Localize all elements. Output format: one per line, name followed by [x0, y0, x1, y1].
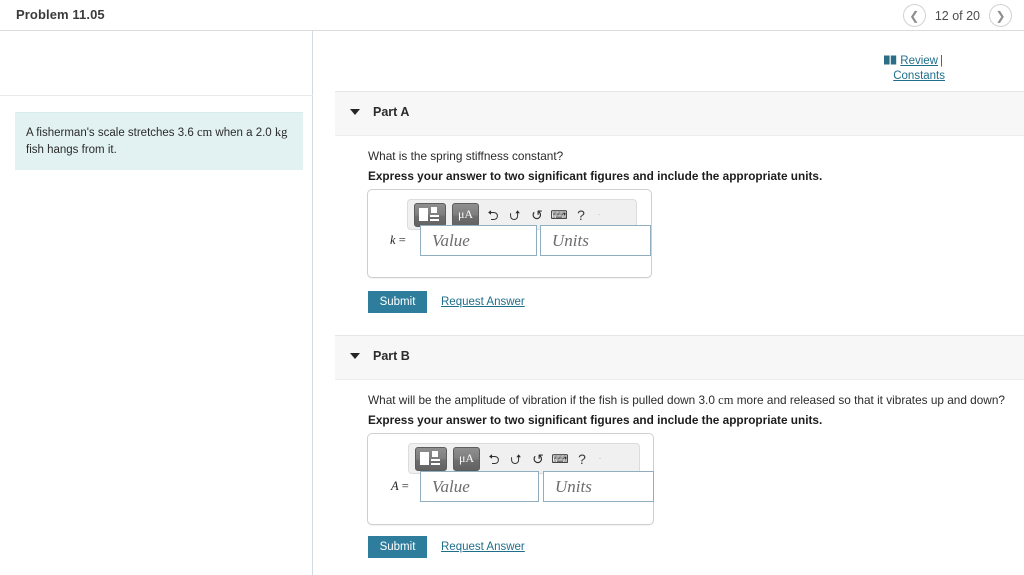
keyboard-icon[interactable]: ⌨ [550, 205, 567, 225]
part-a-title: Part A [373, 105, 410, 119]
redo-icon[interactable]: ⮍ [508, 449, 524, 469]
part-b-unit-cm: cm [718, 393, 734, 407]
help-icon[interactable]: ? [574, 449, 590, 469]
part-b-units-placeholder: Units [555, 476, 592, 496]
part-a-equals: = [398, 233, 406, 247]
reset-icon[interactable]: ↺ [529, 205, 545, 225]
problem-statement: A fisherman's scale stretches 3.6 cm whe… [15, 112, 303, 171]
statement-text-3: fish hangs from it. [26, 143, 117, 156]
assignment-page: Problem 11.05 ❮ 12 of 20 ❯ A fisherman's… [0, 0, 1024, 575]
part-a-question: What is the spring stiffness constant? [368, 149, 564, 163]
undo-icon[interactable]: ⮌ [485, 205, 501, 225]
part-b-instruction: Express your answer to two significant f… [368, 413, 823, 427]
links-separator: | [940, 55, 943, 67]
part-b-variable-label: A = [391, 479, 409, 494]
part-a-variable: k [390, 233, 396, 247]
review-link[interactable]: Review [900, 55, 938, 67]
sidebar-divider [0, 95, 313, 96]
part-b-answer-box: μA ⮌ ⮍ ↺ ⌨ ? · A = Value Units [367, 433, 654, 525]
part-a-answer-box: μA ⮌ ⮍ ↺ ⌨ ? · k = Value Units [367, 189, 652, 278]
chevron-right-icon: ❯ [995, 8, 1006, 23]
part-b-question-text-1: What will be the amplitude of vibration … [368, 393, 719, 407]
part-b-units-input[interactable]: Units [543, 471, 654, 502]
part-a-value-placeholder: Value [432, 230, 470, 250]
problem-pager: ❮ 12 of 20 ❯ [902, 3, 1012, 28]
part-a-instruction: Express your answer to two significant f… [368, 169, 823, 183]
part-b-submit-button[interactable]: Submit [368, 536, 427, 558]
resource-links: Review | Constants [884, 54, 945, 84]
part-a-units-placeholder: Units [552, 230, 589, 250]
statement-unit-kg: kg [274, 125, 288, 139]
part-b-title: Part B [373, 349, 410, 363]
units-button[interactable]: μA [452, 202, 479, 227]
part-a-header[interactable]: Part A [335, 91, 1024, 136]
main-content: Review | Constants Part A What is the spr… [314, 31, 1024, 575]
part-a-units-input[interactable]: Units [540, 225, 651, 256]
part-b-request-answer-link[interactable]: Request Answer [441, 541, 525, 553]
help-icon[interactable]: ? [573, 205, 589, 225]
problem-sidebar: A fisherman's scale stretches 3.6 cm whe… [0, 31, 313, 575]
part-b-variable: A [391, 479, 399, 493]
previous-problem-button[interactable]: ❮ [902, 4, 926, 27]
toolbar-overflow-icon[interactable]: · [595, 205, 603, 225]
part-b-value-placeholder: Value [432, 476, 470, 496]
part-a-value-input[interactable]: Value [420, 225, 537, 256]
statement-text-2: when a 2.0 [212, 127, 275, 139]
caret-down-icon[interactable] [350, 353, 360, 359]
units-button[interactable]: μA [453, 446, 480, 471]
part-b-math-toolbar: μA ⮌ ⮍ ↺ ⌨ ? · [408, 443, 640, 474]
constants-link[interactable]: Constants [893, 70, 945, 82]
part-a-submit-button[interactable]: Submit [368, 291, 427, 313]
page-title: Problem 11.05 [16, 7, 105, 22]
part-a-request-answer-link[interactable]: Request Answer [441, 296, 525, 308]
part-a-variable-label: k = [390, 233, 406, 248]
part-b-equals: = [401, 479, 409, 493]
next-problem-button[interactable]: ❯ [989, 4, 1012, 27]
part-b-value-input[interactable]: Value [420, 471, 539, 502]
book-icon [884, 55, 897, 69]
redo-icon[interactable]: ⮍ [507, 205, 523, 225]
math-template-icon[interactable] [415, 446, 447, 471]
part-b-question-text-2: more and released so that it vibrates up… [733, 393, 1005, 407]
part-b-question: What will be the amplitude of vibration … [368, 392, 1018, 410]
toolbar-overflow-icon[interactable]: · [596, 449, 604, 469]
keyboard-icon[interactable]: ⌨ [551, 449, 568, 469]
pager-label: 12 of 20 [934, 8, 980, 23]
math-template-icon[interactable] [414, 202, 446, 227]
reset-icon[interactable]: ↺ [530, 449, 546, 469]
statement-text-1: A fisherman's scale stretches 3.6 [26, 127, 197, 139]
caret-down-icon[interactable] [350, 109, 360, 115]
undo-icon[interactable]: ⮌ [486, 449, 502, 469]
statement-unit-cm: cm [196, 125, 213, 139]
part-b-header[interactable]: Part B [335, 335, 1024, 380]
chevron-left-icon: ❮ [909, 8, 920, 23]
top-bar: Problem 11.05 ❮ 12 of 20 ❯ [0, 0, 1024, 31]
